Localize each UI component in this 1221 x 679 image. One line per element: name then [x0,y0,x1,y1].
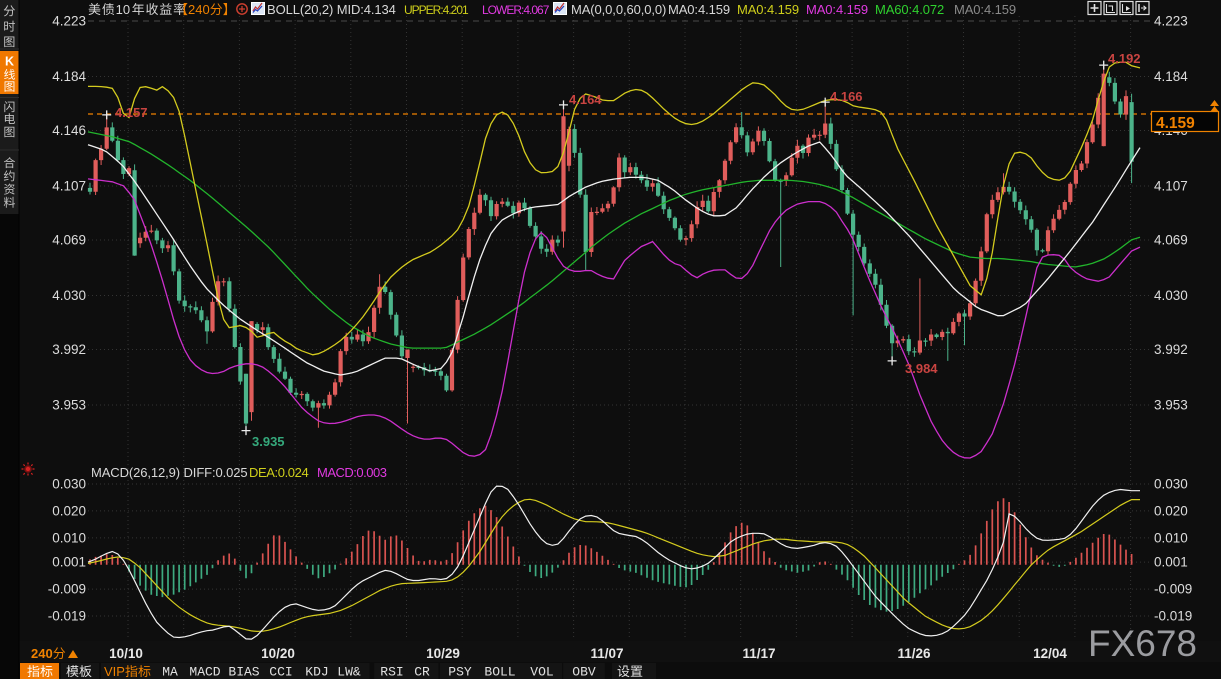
svg-text:-0.009: -0.009 [48,582,86,597]
svg-text:LOWER:4.067: LOWER:4.067 [482,3,550,17]
svg-text:MA(0,0,0,60,0,0): MA(0,0,0,60,0,0) [571,2,666,17]
svg-text:240: 240 [31,646,53,661]
svg-text:4.107: 4.107 [52,179,86,194]
svg-text:BIAS: BIAS [228,665,259,679]
svg-text:4.107: 4.107 [1154,179,1188,194]
svg-text:4.157: 4.157 [115,105,148,120]
svg-text:0.001: 0.001 [1154,555,1188,570]
svg-text:MACD(26,12,9) DIFF:0.025: MACD(26,12,9) DIFF:0.025 [91,465,248,480]
svg-text:KDJ: KDJ [305,665,328,679]
svg-text:10: 10 [116,2,130,17]
svg-text:LW&: LW& [337,665,361,679]
svg-text:MA0:4.159: MA0:4.159 [806,2,868,17]
svg-text:BOLL(20,2) MID:4.134: BOLL(20,2) MID:4.134 [267,2,396,17]
svg-text:MA0:4.159: MA0:4.159 [737,2,799,17]
svg-text:4.030: 4.030 [1154,288,1188,303]
svg-text:0.010: 0.010 [52,530,86,545]
svg-text:K: K [5,55,14,69]
svg-text:12/04: 12/04 [1033,646,1067,661]
svg-text:0.030: 0.030 [52,477,86,492]
svg-text:4.069: 4.069 [1154,233,1188,248]
svg-text:10/29: 10/29 [426,646,460,661]
svg-text:4.192: 4.192 [1108,51,1141,66]
svg-text:PSY: PSY [448,665,472,679]
svg-text:MACD:0.003: MACD:0.003 [317,465,387,480]
svg-text:MA0:4.159: MA0:4.159 [668,2,730,17]
svg-text:RSI: RSI [380,665,403,679]
svg-text:0.030: 0.030 [1154,477,1188,492]
svg-text:4.030: 4.030 [52,288,86,303]
svg-text:MA60:4.072: MA60:4.072 [875,2,944,17]
svg-text:VIP: VIP [104,664,125,679]
svg-text:UPPER:4.201: UPPER:4.201 [404,3,469,17]
svg-text:3.935: 3.935 [252,434,285,449]
svg-text:11/07: 11/07 [590,646,623,661]
svg-text:DEA:0.024: DEA:0.024 [249,465,308,480]
svg-text:4.184: 4.184 [1154,69,1188,84]
svg-text:4.184: 4.184 [52,69,86,84]
svg-text:4.159: 4.159 [1156,115,1195,132]
svg-text:CR: CR [414,665,430,679]
svg-text:4.164: 4.164 [569,92,602,107]
svg-text:4.069: 4.069 [52,233,86,248]
svg-text:MA0:4.159: MA0:4.159 [954,2,1016,17]
svg-text:3.953: 3.953 [52,398,86,413]
svg-text:FX678: FX678 [1088,623,1197,664]
svg-text:MACD: MACD [189,665,220,679]
svg-text:11/17: 11/17 [742,646,775,661]
svg-text:CCI: CCI [269,665,292,679]
svg-text:-0.019: -0.019 [1154,609,1192,624]
svg-text:3.984: 3.984 [905,361,938,376]
svg-text:0.001: 0.001 [52,555,86,570]
svg-text:10/20: 10/20 [261,646,295,661]
svg-text:3.992: 3.992 [1154,342,1188,357]
svg-text:0.020: 0.020 [1154,503,1188,518]
svg-text:OBV: OBV [572,665,596,679]
svg-text:4.166: 4.166 [830,89,863,104]
svg-text:VOL: VOL [530,665,553,679]
svg-text:-0.019: -0.019 [48,609,86,624]
svg-text:0.020: 0.020 [52,503,86,518]
svg-text:240: 240 [188,2,210,17]
svg-text:MA: MA [162,665,178,679]
svg-text:11/26: 11/26 [897,646,931,661]
svg-text:BOLL: BOLL [484,665,515,679]
svg-text:10/10: 10/10 [109,646,143,661]
svg-text:4.223: 4.223 [52,14,86,29]
svg-text:3.992: 3.992 [52,342,86,357]
svg-text:-0.009: -0.009 [1154,582,1192,597]
svg-text:0.010: 0.010 [1154,530,1188,545]
svg-text:4.146: 4.146 [52,123,86,138]
svg-text:3.953: 3.953 [1154,398,1188,413]
svg-text:4.223: 4.223 [1154,14,1188,29]
